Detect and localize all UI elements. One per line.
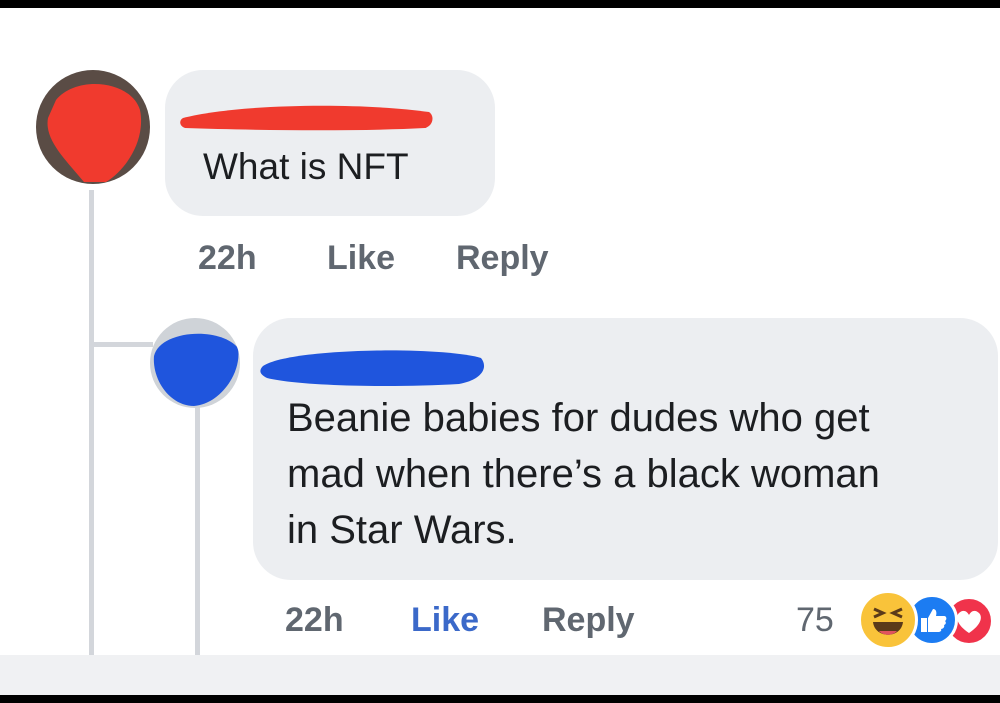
thread-line bbox=[89, 190, 94, 658]
reaction-count[interactable]: 75 bbox=[796, 600, 834, 640]
thread-line bbox=[89, 342, 153, 347]
comment-text: What is NFT bbox=[203, 146, 409, 187]
thread-line bbox=[195, 395, 200, 658]
replier-avatar[interactable] bbox=[150, 318, 240, 408]
redacted-avatar-icon bbox=[153, 333, 239, 406]
bottom-band bbox=[0, 655, 1000, 695]
redacted-avatar-icon bbox=[47, 83, 142, 182]
haha-icon[interactable] bbox=[858, 590, 918, 650]
reply-text-line-1: Beanie babies for dudes who get bbox=[287, 396, 870, 440]
reply-like-button[interactable]: Like bbox=[411, 600, 479, 640]
redacted-name bbox=[180, 105, 433, 131]
commenter-avatar[interactable] bbox=[36, 70, 150, 184]
comment-bubble: What is NFT bbox=[165, 70, 495, 216]
reply-reply-button[interactable]: Reply bbox=[542, 600, 635, 640]
comment-reply-button[interactable]: Reply bbox=[456, 238, 549, 278]
comment-timestamp[interactable]: 22h bbox=[198, 238, 257, 278]
redacted-name bbox=[260, 350, 485, 386]
reply-text-line-2: mad when there’s a black woman bbox=[287, 452, 880, 496]
comment-like-button[interactable]: Like bbox=[327, 238, 395, 278]
top-border bbox=[0, 0, 1000, 8]
bottom-border bbox=[0, 695, 1000, 703]
reply-bubble: Beanie babies for dudes who get mad when… bbox=[253, 318, 998, 580]
reply-timestamp[interactable]: 22h bbox=[285, 600, 344, 640]
reply-text-line-3: in Star Wars. bbox=[287, 508, 517, 552]
